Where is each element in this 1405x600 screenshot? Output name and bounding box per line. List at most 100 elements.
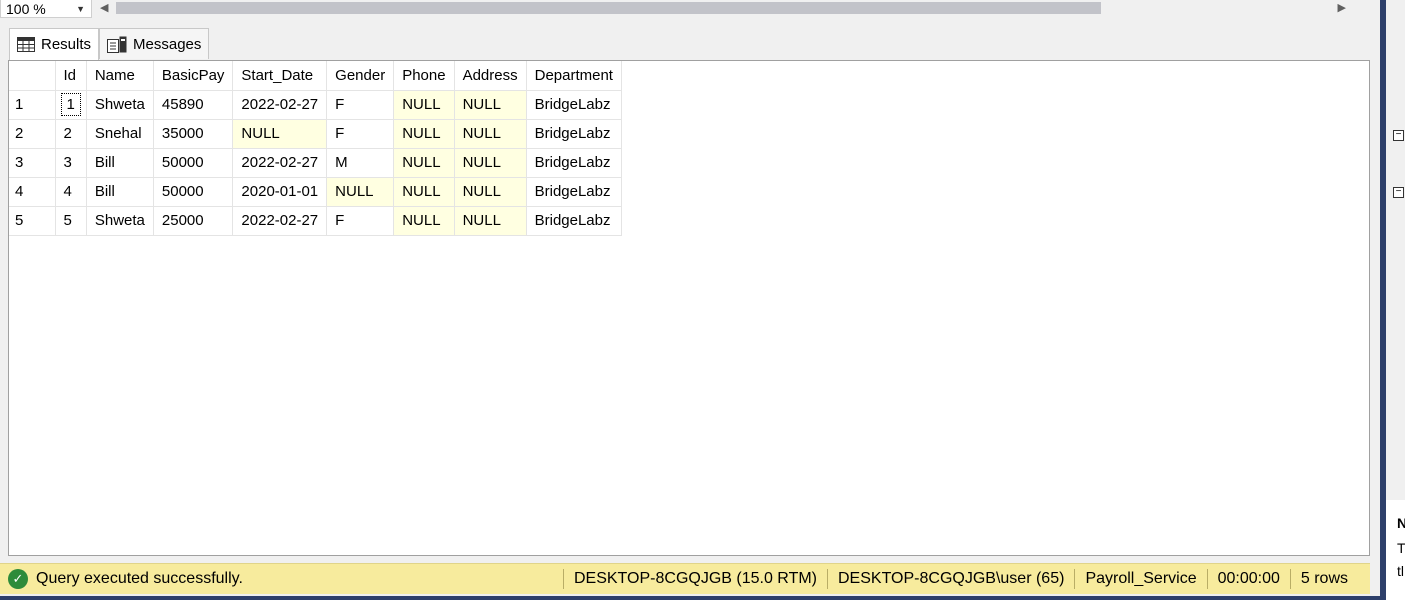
status-user: DESKTOP-8CGQJGB\user (65) [827,569,1074,589]
column-header-id[interactable]: Id [55,61,87,91]
cell-phone[interactable]: NULL [393,177,455,207]
row-number[interactable]: 2 [9,119,56,149]
tab-messages-label: Messages [133,35,202,53]
cell-id[interactable]: 3 [55,148,87,178]
panel-text-bottom: tl [1397,563,1404,579]
cell-address-text: NULL [462,154,501,171]
cell-name[interactable]: Shweta [86,206,154,236]
column-header-gender[interactable]: Gender [326,61,395,91]
cell-phone[interactable]: NULL [393,206,455,236]
cell-phone-text: NULL [402,183,441,200]
cell-basicpay[interactable]: 50000 [153,148,234,178]
collapse-icon[interactable]: − [1393,130,1404,141]
cell-id[interactable]: 4 [55,177,87,207]
horizontal-scrollbar[interactable]: ◀ ▶ [96,0,1356,18]
row-number-header[interactable] [9,61,56,91]
tab-results-label: Results [41,36,92,53]
cell-gender-text: F [335,125,345,142]
cell-department[interactable]: BridgeLabz [526,119,622,149]
messages-icon [107,36,127,53]
table-row[interactable]: 3 3 Bill 50000 2022-02-27 M NULL NULL BridgeLabz [9,148,622,178]
scroll-left-icon[interactable]: ◀ [100,1,108,14]
cell-name[interactable]: Bill [86,177,154,207]
cell-phone-text: NULL [402,212,441,229]
cell-basicpay[interactable]: 35000 [153,119,234,149]
cell-address[interactable]: NULL [454,90,527,120]
results-grid[interactable]: Id Name BasicPay Start_Date Gender Phone… [8,60,1370,556]
cell-id[interactable]: 5 [55,206,87,236]
column-header-address[interactable]: Address [454,61,527,91]
cell-gender[interactable]: M [326,148,395,178]
properties-panel: N T tl [1386,500,1405,600]
cell-phone-text: NULL [402,125,441,142]
cell-address[interactable]: NULL [454,148,527,178]
side-panel: − − N T tl [1386,0,1405,600]
cell-start-date-text: 2022-02-27 [241,96,319,113]
zoom-dropdown[interactable]: 100 % ▼ [0,0,92,18]
cell-name[interactable]: Snehal [86,119,154,149]
column-header-department[interactable]: Department [526,61,622,91]
column-header-start-date[interactable]: Start_Date [232,61,328,91]
table-row[interactable]: 1 1 Shweta 45890 2022-02-27 F NULL NULL BridgeLa… [9,90,622,120]
tab-results[interactable]: Results [9,28,100,60]
cell-department[interactable]: BridgeLabz [526,148,622,178]
cell-basicpay[interactable]: 25000 [153,206,234,236]
column-header-name[interactable]: Name [86,61,154,91]
cell-address[interactable]: NULL [454,119,527,149]
cell-department[interactable]: BridgeLabz [526,90,622,120]
results-table: Id Name BasicPay Start_Date Gender Phone… [9,61,622,236]
cell-start-date[interactable]: 2020-01-01 [232,177,328,207]
cell-gender[interactable]: F [326,90,395,120]
cell-start-date[interactable]: 2022-02-27 [232,90,328,120]
column-header-phone[interactable]: Phone [393,61,455,91]
cell-start-date[interactable]: NULL [232,119,328,149]
table-row[interactable]: 4 4 Bill 50000 2020-01-01 NULL NULL NULL BridgeL… [9,177,622,207]
cell-department-text: BridgeLabz [534,212,611,229]
cell-address-text: NULL [462,212,501,229]
cell-start-date[interactable]: 2022-02-27 [232,148,328,178]
cell-basicpay[interactable]: 45890 [153,90,234,120]
cell-gender[interactable]: F [326,206,395,236]
cell-start-date-text: NULL [241,125,280,142]
cell-department[interactable]: BridgeLabz [526,177,622,207]
status-elapsed: 00:00:00 [1206,569,1290,589]
cell-department-text: BridgeLabz [534,96,611,113]
results-toolbar: 100 % ▼ ◀ ▶ [0,0,1385,18]
cell-id[interactable]: 1 [55,90,87,120]
chevron-down-icon: ▼ [76,4,85,14]
cell-name[interactable]: Shweta [86,90,154,120]
cell-id-text: 1 [60,93,81,116]
row-number[interactable]: 1 [9,90,56,120]
table-row[interactable]: 5 5 Shweta 25000 2022-02-27 F NULL NULL BridgeLa… [9,206,622,236]
cell-phone[interactable]: NULL [393,90,455,120]
cell-department-text: BridgeLabz [534,183,611,200]
cell-gender[interactable]: NULL [326,177,395,207]
cell-address[interactable]: NULL [454,177,527,207]
scrollbar-thumb[interactable] [116,2,1101,14]
cell-id[interactable]: 2 [55,119,87,149]
tab-messages[interactable]: Messages [99,28,210,59]
cell-id-text: 5 [63,212,72,229]
cell-basicpay[interactable]: 50000 [153,177,234,207]
cell-phone-text: NULL [402,154,441,171]
column-header-basicpay[interactable]: BasicPay [153,61,234,91]
row-number[interactable]: 5 [9,206,56,236]
cell-department[interactable]: BridgeLabz [526,206,622,236]
cell-gender-text: M [335,154,348,171]
scroll-right-icon[interactable]: ▶ [1338,1,1346,14]
cell-phone[interactable]: NULL [393,148,455,178]
status-server: DESKTOP-8CGQJGB (15.0 RTM) [562,569,827,589]
cell-gender[interactable]: F [326,119,395,149]
cell-id-text: 3 [63,154,72,171]
cell-address-text: NULL [462,183,501,200]
row-number[interactable]: 3 [9,148,56,178]
row-number-text: 4 [15,183,24,200]
row-number[interactable]: 4 [9,177,56,207]
table-row[interactable]: 2 2 Snehal 35000 NULL F NULL NULL BridgeLabz [9,119,622,149]
cell-phone[interactable]: NULL [393,119,455,149]
cell-name[interactable]: Bill [86,148,154,178]
cell-start-date[interactable]: 2022-02-27 [232,206,328,236]
cell-id-text: 4 [63,183,72,200]
cell-address[interactable]: NULL [454,206,527,236]
collapse-icon[interactable]: − [1393,187,1404,198]
